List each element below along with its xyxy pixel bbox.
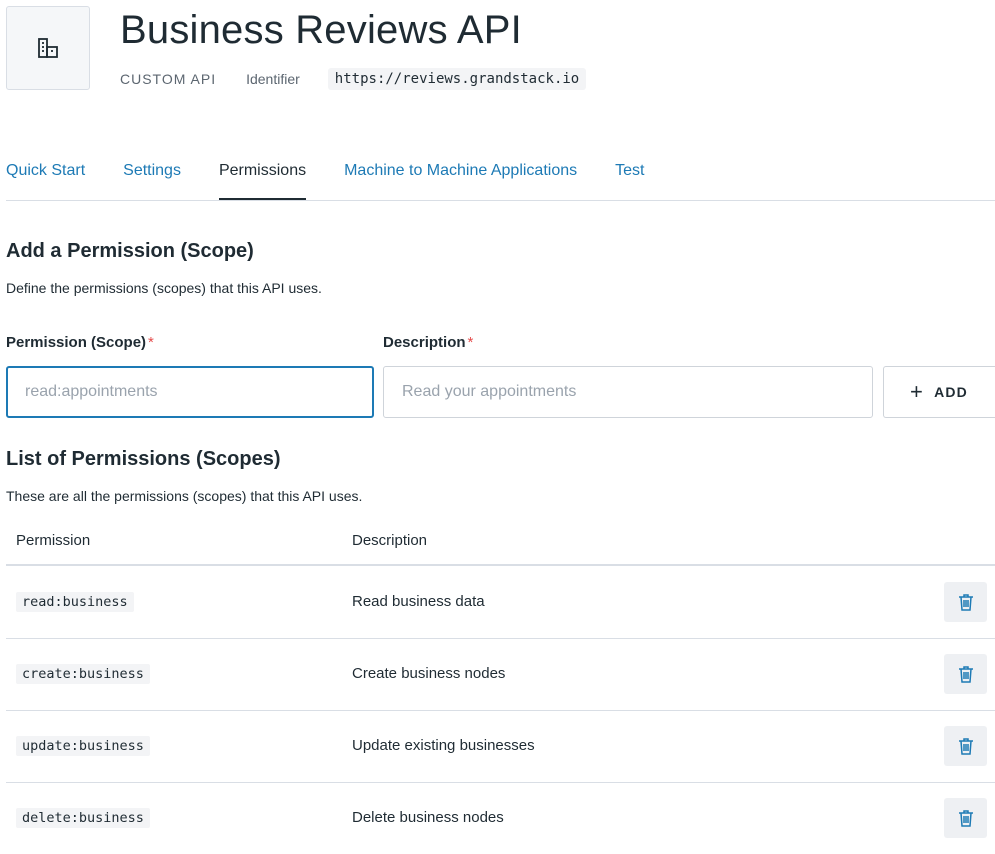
required-marker: * [148,334,154,351]
identifier-value: https://reviews.grandstack.io [327,68,587,90]
permission-description: Update existing businesses [352,737,535,754]
permission-scope: read:business [16,592,134,612]
trash-icon [958,666,973,683]
tab-machine-to-machine[interactable]: Machine to Machine Applications [344,156,577,200]
permissions-list-title: List of Permissions (Scopes) [6,448,281,470]
permission-scope: delete:business [16,808,150,828]
permission-field-label: Permission (Scope) * [6,334,154,351]
tab-permissions[interactable]: Permissions [218,156,307,200]
api-icon [6,6,90,90]
permission-description: Create business nodes [352,665,506,682]
table-row: create:business Create business nodes [6,638,995,711]
permissions-table-header: Permission Description [6,520,995,566]
api-meta: CUSTOM API Identifier https://reviews.gr… [120,68,587,90]
add-button-label: ADD [934,384,968,400]
trash-icon [958,810,973,827]
building-icon [38,38,58,58]
tab-test[interactable]: Test [615,156,644,200]
required-marker: * [467,334,474,351]
permissions-list-description: These are all the permissions (scopes) t… [6,488,363,504]
permission-scope: create:business [16,664,150,684]
api-title: Business Reviews API [120,8,522,52]
add-permission-title: Add a Permission (Scope) [6,240,254,262]
delete-permission-button[interactable] [944,582,987,622]
trash-icon [958,594,973,611]
column-header-description: Description [352,532,428,549]
table-row: update:business Update existing business… [6,710,995,783]
table-row: read:business Read business data [6,566,995,639]
tab-quick-start[interactable]: Quick Start [6,156,85,200]
add-permission-description: Define the permissions (scopes) that thi… [6,280,322,296]
delete-permission-button[interactable] [944,726,987,766]
plus-icon: + [910,379,925,404]
add-permission-button[interactable]: + ADD [883,366,995,418]
tab-settings[interactable]: Settings [123,156,181,200]
table-row: delete:business Delete business nodes [6,782,995,854]
permission-description: Read business data [352,593,485,610]
column-header-permission: Permission [16,532,91,549]
permission-input[interactable] [6,366,374,418]
permission-description: Delete business nodes [352,809,504,826]
description-input[interactable] [383,366,873,418]
trash-icon [958,738,973,755]
description-field-label: Description * [383,334,474,351]
identifier-label: Identifier [246,71,300,87]
api-type-label: CUSTOM API [120,71,217,87]
delete-permission-button[interactable] [944,798,987,838]
tab-bar: Quick Start Settings Permissions Machine… [6,156,995,201]
delete-permission-button[interactable] [944,654,987,694]
permission-scope: update:business [16,736,150,756]
